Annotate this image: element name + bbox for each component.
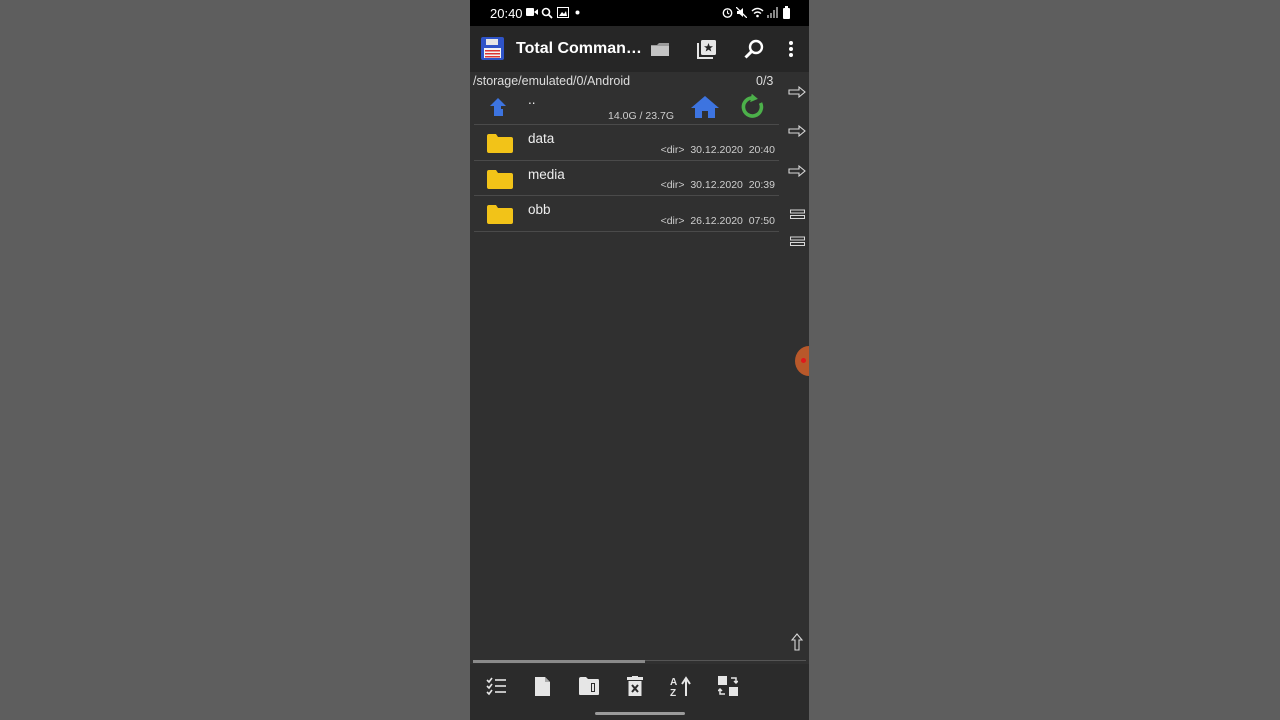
new-folder-icon[interactable] (578, 676, 600, 696)
folder-name: media (528, 167, 565, 182)
up-directory-icon (490, 98, 506, 116)
search-icon[interactable] (744, 39, 764, 59)
folder-icon (487, 170, 513, 189)
parent-directory-label: .. (528, 92, 536, 107)
phone-screen: 20:40 Total Comman… /storage/emulated/0/… (470, 0, 809, 720)
list-item[interactable]: media <dir> 30.12.2020 20:39 (474, 161, 779, 196)
sort-icon[interactable]: AZ (670, 676, 692, 697)
select-icon[interactable] (486, 676, 507, 696)
arrow-right-icon[interactable] (788, 164, 806, 178)
video-record-icon (526, 8, 538, 16)
bottom-toolbar: AZ (470, 664, 809, 720)
copy-move-icon[interactable] (718, 676, 738, 697)
mute-icon (736, 7, 747, 18)
delete-icon[interactable] (627, 676, 643, 697)
storage-icon[interactable] (650, 41, 670, 57)
arrow-right-icon[interactable] (788, 124, 806, 138)
more-options-icon[interactable] (788, 40, 794, 58)
horizontal-scrollbar[interactable] (473, 660, 645, 663)
svg-text:A: A (670, 677, 677, 688)
list-item[interactable]: data <dir> 30.12.2020 20:40 (474, 125, 779, 161)
folder-name: obb (528, 202, 551, 217)
floating-record-button[interactable] (795, 346, 809, 376)
app-toolbar: Total Comman… (470, 26, 809, 72)
equals-icon[interactable] (790, 236, 805, 247)
status-bar: 20:40 (470, 0, 809, 26)
current-path[interactable]: /storage/emulated/0/Android (473, 74, 630, 88)
selection-count: 0/3 (756, 74, 774, 88)
parent-directory-row[interactable]: .. 14.0G / 23.7G (474, 90, 779, 125)
arrow-up-icon[interactable] (790, 633, 804, 651)
search-notification-icon (541, 7, 553, 19)
gesture-navigation-bar[interactable] (595, 712, 685, 715)
folder-meta: <dir> 30.12.2020 20:40 (660, 144, 775, 156)
svg-text:Z: Z (670, 688, 676, 697)
arrow-right-icon[interactable] (788, 85, 806, 99)
folder-icon (487, 205, 513, 224)
folder-name: data (528, 131, 555, 146)
storage-space: 14.0G / 23.7G (608, 110, 674, 122)
battery-icon (783, 6, 790, 19)
folder-meta: <dir> 26.12.2020 07:50 (660, 215, 775, 227)
folder-icon (487, 134, 513, 153)
bookmarks-icon[interactable] (697, 39, 717, 59)
wifi-icon (751, 7, 764, 18)
alarm-icon (722, 8, 733, 18)
app-title: Total Comman… (516, 40, 642, 57)
app-logo-floppy-icon[interactable] (481, 37, 504, 60)
home-icon[interactable] (690, 95, 720, 119)
gallery-icon (557, 7, 569, 18)
equals-icon[interactable] (790, 209, 805, 220)
new-file-icon[interactable] (534, 676, 551, 697)
folder-meta: <dir> 30.12.2020 20:39 (660, 179, 775, 191)
dot-icon (575, 10, 580, 15)
refresh-icon[interactable] (740, 94, 766, 120)
signal-icon (767, 7, 778, 18)
status-time: 20:40 (490, 6, 523, 21)
list-item[interactable]: obb <dir> 26.12.2020 07:50 (474, 196, 779, 232)
